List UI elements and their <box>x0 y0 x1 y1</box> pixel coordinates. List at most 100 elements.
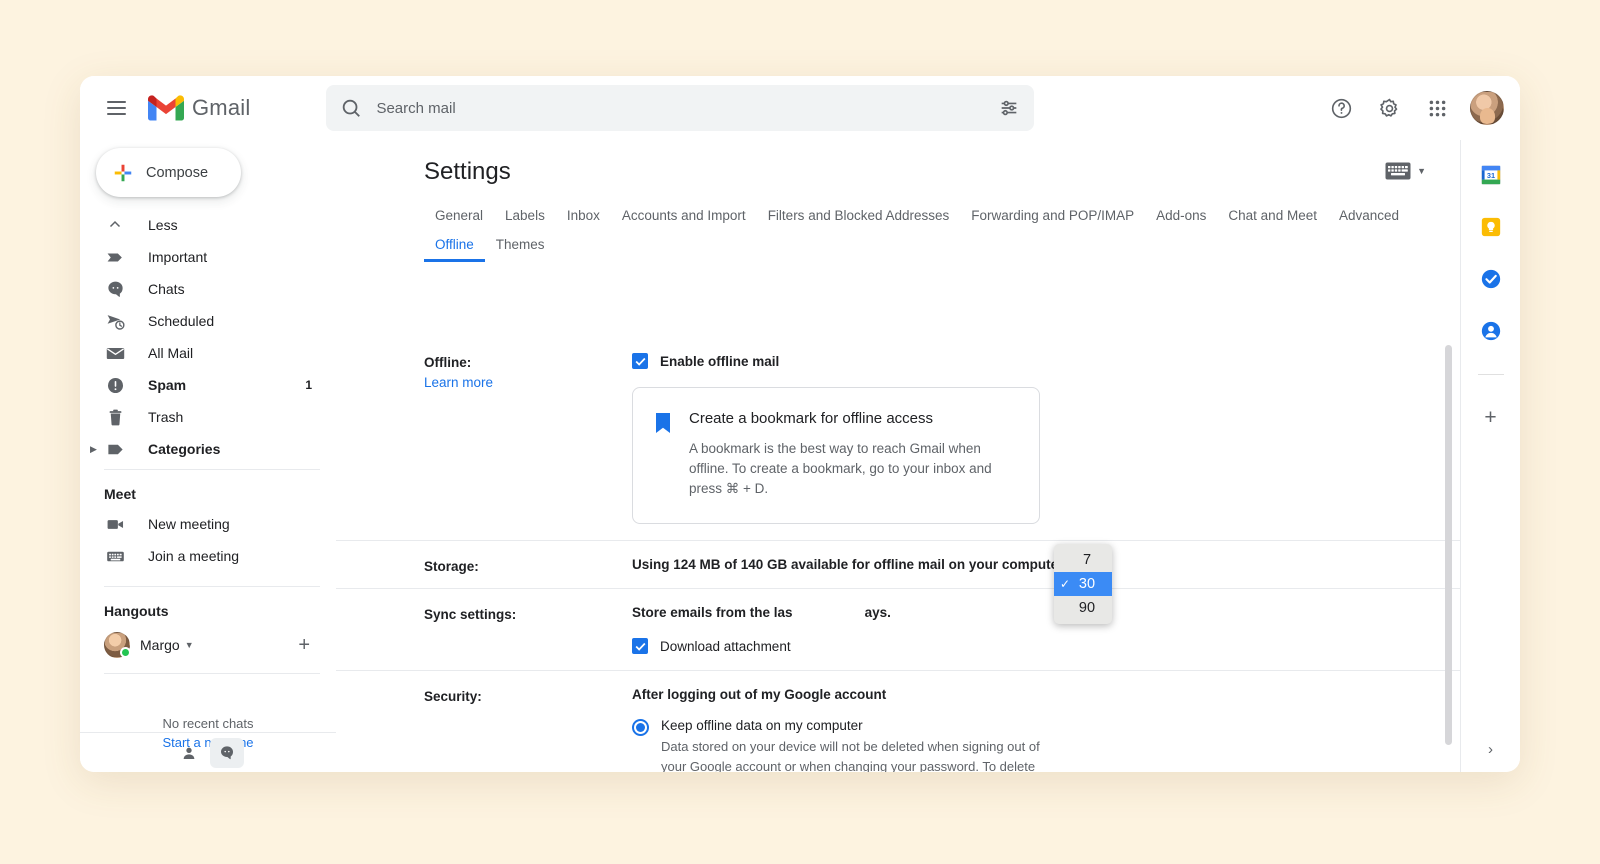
sidebar-item-label: Chats <box>148 281 185 297</box>
sidebar-item-spam[interactable]: Spam 1 <box>80 369 326 401</box>
tab-general[interactable]: General <box>424 202 494 233</box>
all-mail-icon <box>106 343 126 363</box>
settings-gear-icon[interactable] <box>1368 87 1410 129</box>
check-glyph: ✓ <box>1060 601 1076 615</box>
sync-days-dropdown[interactable]: ✓ 7 ✓ 30 ✓ 90 <box>1054 544 1112 624</box>
new-conversation-icon[interactable]: + <box>298 635 310 655</box>
google-calendar-icon[interactable]: 31 <box>1480 164 1502 186</box>
avatar[interactable] <box>1470 91 1504 125</box>
add-addon-icon[interactable]: + <box>1484 407 1496 428</box>
sidebar: Compose Less Important Chats Scheduled A… <box>80 140 336 772</box>
important-icon <box>106 247 126 267</box>
tab-inbox[interactable]: Inbox <box>556 202 611 233</box>
gmail-logo[interactable]: Gmail <box>148 94 250 122</box>
sidebar-item-label: New meeting <box>148 516 230 532</box>
settings-main: Settings ▼ General Labels Inbox Accounts… <box>336 140 1460 772</box>
google-keep-icon[interactable] <box>1480 216 1502 238</box>
keyboard-icon <box>1385 162 1411 180</box>
settings-tabs-row2: Offline Themes <box>336 231 1460 262</box>
sidebar-item-count: 1 <box>305 378 312 392</box>
sidebar-item-trash[interactable]: Trash <box>80 401 326 433</box>
no-recent-chats-label: No recent chats <box>162 716 254 731</box>
tab-advanced[interactable]: Advanced <box>1328 202 1410 233</box>
sidebar-item-scheduled[interactable]: Scheduled <box>80 305 326 337</box>
sync-line-suffix: ays. <box>864 605 891 620</box>
download-attachments-checkbox[interactable] <box>632 638 648 654</box>
download-attachments-label: Download attachment <box>660 638 791 654</box>
gmail-window: Gmail Search mail Compose Less Important… <box>80 76 1520 772</box>
search-options-icon[interactable] <box>998 97 1020 119</box>
learn-more-link[interactable]: Learn more <box>424 375 632 390</box>
tab-forwarding-and-pop-imap[interactable]: Forwarding and POP/IMAP <box>960 202 1145 233</box>
help-icon[interactable] <box>1320 87 1362 129</box>
expand-panel-chevron-icon[interactable]: › <box>1488 741 1493 758</box>
enable-offline-mail-row[interactable]: Enable offline mail <box>632 353 1422 369</box>
side-panel: 31 + › <box>1460 140 1520 772</box>
app-header: Gmail <box>80 76 1520 140</box>
google-contacts-icon[interactable] <box>1480 320 1502 342</box>
chat-toggle-icon[interactable] <box>210 737 244 768</box>
compose-label: Compose <box>146 164 209 181</box>
security-option-keep[interactable]: Keep offline data on my computer Data st… <box>632 718 1422 772</box>
dropdown-option-30[interactable]: ✓ 30 <box>1054 572 1112 596</box>
dropdown-option-7[interactable]: ✓ 7 <box>1054 548 1112 572</box>
tab-filters-and-blocked-addresses[interactable]: Filters and Blocked Addresses <box>757 202 961 233</box>
sidebar-item-label: Trash <box>148 409 184 425</box>
settings-scrollbar[interactable] <box>1445 345 1452 745</box>
enable-offline-mail-checkbox[interactable] <box>632 353 648 369</box>
sidebar-item-less[interactable]: Less <box>80 209 326 241</box>
settings-content: Offline: Learn more Enable offline mail <box>336 337 1460 772</box>
sync-days-line: Store emails from the las ays. <box>632 605 1422 620</box>
hangouts-user-row[interactable]: Margo ▼ + <box>80 625 336 665</box>
google-tasks-icon[interactable] <box>1480 268 1502 290</box>
bookmark-icon <box>655 412 673 499</box>
tab-chat-and-meet[interactable]: Chat and Meet <box>1217 202 1328 233</box>
check-glyph: ✓ <box>1060 577 1071 591</box>
keyboard-icon <box>106 546 126 566</box>
tab-themes[interactable]: Themes <box>485 231 556 262</box>
search-input[interactable] <box>376 99 999 117</box>
online-status-dot <box>120 647 131 658</box>
apps-grid-icon[interactable] <box>1416 87 1458 129</box>
sidebar-item-label: Scheduled <box>148 313 215 329</box>
tab-labels[interactable]: Labels <box>494 202 556 233</box>
sidebar-item-new-meeting[interactable]: New meeting <box>80 508 326 540</box>
scheduled-icon <box>106 311 126 331</box>
tab-add-ons[interactable]: Add-ons <box>1145 202 1217 233</box>
sidebar-item-label: Spam <box>148 377 187 393</box>
hangouts-heading: Hangouts <box>104 603 169 619</box>
tab-offline[interactable]: Offline <box>424 231 485 262</box>
categories-icon <box>106 439 126 459</box>
sync-settings-content: Store emails from the las ays. Download a… <box>632 589 1422 670</box>
sidebar-item-important[interactable]: Important <box>80 241 326 273</box>
sidebar-item-join-meeting[interactable]: Join a meeting <box>80 540 326 572</box>
contacts-toggle-icon[interactable] <box>172 738 206 768</box>
offline-label: Offline: Learn more <box>424 337 632 540</box>
input-tools-control[interactable]: ▼ <box>1385 162 1426 180</box>
search-bar[interactable] <box>326 85 1035 131</box>
security-heading: After logging out of my Google account <box>632 687 887 702</box>
sidebar-item-label: Less <box>148 217 178 233</box>
offline-label-text: Offline: <box>424 355 472 370</box>
dropdown-option-label: 90 <box>1078 600 1096 616</box>
sync-settings-label: Sync settings: <box>424 607 517 622</box>
chevron-down-icon[interactable]: ▼ <box>185 640 194 650</box>
check-icon <box>635 642 645 651</box>
sidebar-item-chats[interactable]: Chats <box>80 273 326 305</box>
sidebar-item-all-mail[interactable]: All Mail <box>80 337 326 369</box>
chevron-right-icon[interactable]: ▶ <box>90 444 100 455</box>
download-attachments-row[interactable]: Download attachment <box>632 638 1422 654</box>
keep-offline-data-radio[interactable] <box>632 719 649 736</box>
rail-divider <box>1477 374 1504 375</box>
svg-text:31: 31 <box>1486 171 1494 180</box>
tab-accounts-and-import[interactable]: Accounts and Import <box>611 202 757 233</box>
gmail-m-icon <box>148 94 184 120</box>
dropdown-option-label: 7 <box>1082 552 1092 568</box>
sidebar-item-label: Join a meeting <box>148 548 240 564</box>
main-menu-icon[interactable] <box>94 86 138 130</box>
sync-line-prefix: Store emails from the las <box>632 605 793 620</box>
sidebar-item-categories[interactable]: ▶ Categories <box>80 433 326 465</box>
dropdown-option-90[interactable]: ✓ 90 <box>1054 596 1112 620</box>
chevron-down-icon[interactable]: ▼ <box>1417 166 1426 176</box>
compose-button[interactable]: Compose <box>96 148 241 197</box>
